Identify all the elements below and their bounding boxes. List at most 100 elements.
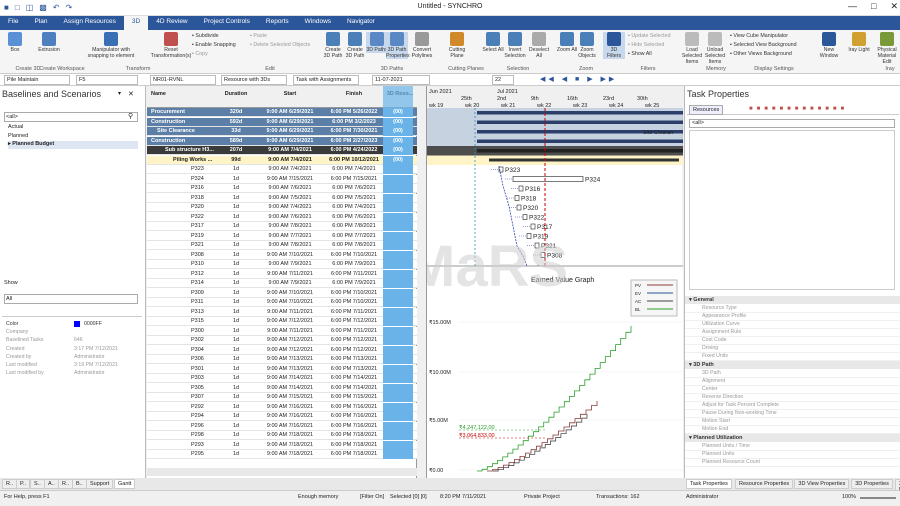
table-row[interactable]: P304 1d 9:00 AM 7/12/2021 6:00 PM 7/12/2021 — [147, 345, 417, 355]
bottom-tab-resource-properties[interactable]: Resource Properties — [735, 479, 794, 489]
ribbon-small-subdivide[interactable]: ▪ Subdivide — [192, 33, 219, 39]
table-row[interactable]: P311 1d 9:00 AM 7/10/2021 6:00 PM 7/10/2021 — [147, 298, 417, 308]
ribbon-button-zoom-all[interactable]: Zoom All — [556, 32, 578, 53]
property-row[interactable]: Planned Units / Time — [685, 443, 900, 451]
ribbon-button-create-3d-path[interactable]: Create 3D Path — [344, 32, 366, 59]
property-row[interactable]: Motion End — [685, 426, 900, 434]
ribbon-button-box[interactable]: Box — [4, 32, 26, 53]
property-row[interactable]: Resource Type — [685, 305, 900, 313]
table-row[interactable]: P320 1d 9:00 AM 7/4/2021 6:00 PM 7/4/2021 — [147, 203, 417, 213]
search-icon[interactable]: ⚲ — [128, 112, 133, 120]
table-row[interactable]: Construction 592d 9:00 AM 6/29/2021 6:00 PM… — [147, 117, 417, 127]
table-row[interactable]: Site Clearance 33d 9:00 AM 6/29/2021 6:00 P… — [147, 127, 417, 137]
bottom-tab-r-[interactable]: R.. — [2, 479, 18, 489]
ribbon-small-view-cube-manipulator[interactable]: ▪ View Cube Manipulator — [730, 33, 788, 39]
task-filter-dropdown[interactable]: Task with Assignments — [293, 75, 359, 85]
table-row[interactable]: Piling Works ... 99d 9:00 AM 7/4/2021 6:00 … — [147, 155, 417, 165]
table-row[interactable]: P294 1d 9:00 AM 7/16/2021 6:00 PM 7/16/2021 — [147, 412, 417, 422]
table-row[interactable]: Sub structure H3... 207d 9:00 AM 7/4/2021 6… — [147, 146, 417, 156]
ribbon-small-paste[interactable]: ▪ Paste — [250, 33, 267, 39]
tab-3d[interactable]: 3D — [123, 16, 149, 30]
table-row[interactable]: P302 1d 9:00 AM 7/12/2021 6:00 PM 7/12/2021 — [147, 336, 417, 346]
table-row[interactable]: P303 1d 9:00 AM 7/14/2021 6:00 PM 7/14/2021 — [147, 374, 417, 384]
table-row[interactable]: P316 1d 9:00 AM 7/6/2021 6:00 PM 7/6/2021 — [147, 184, 417, 194]
table-row[interactable]: P295 1d 9:00 AM 7/18/2021 6:00 PM 7/18/2021 — [147, 450, 417, 460]
property-section-3d-path[interactable]: ▾ 3D Path — [685, 361, 900, 369]
filter-dropdown[interactable]: Pile Maintain — [4, 75, 70, 85]
ribbon-small-delete-selected-objects[interactable]: ▪ Delete Selected Objects — [250, 42, 310, 48]
bottom-tab-3d-properties[interactable]: 3D Properties — [851, 479, 893, 489]
table-row[interactable]: P312 1d 9:00 AM 7/11/2021 6:00 PM 7/11/2021 — [147, 269, 417, 279]
table-row[interactable]: P313 1d 9:00 AM 7/11/2021 6:00 PM 7/11/2021 — [147, 307, 417, 317]
show-dropdown[interactable]: All — [4, 294, 138, 304]
table-row[interactable]: P301 1d 9:00 AM 7/13/2021 6:00 PM 7/13/2021 — [147, 364, 417, 374]
property-row[interactable]: Cost Code — [685, 337, 900, 345]
ribbon-button-load-selected-items[interactable]: Load Selected Items — [681, 32, 703, 65]
ribbon-small-update-selected[interactable]: ▪ Update Selected — [628, 33, 671, 39]
filter-input[interactable]: <all> — [4, 112, 138, 122]
ribbon-button-deselect-all[interactable]: Deselect All — [528, 32, 550, 59]
ribbon-button-cutting-plane[interactable]: Cutting Plane — [446, 32, 468, 59]
property-row[interactable]: Alignment — [685, 378, 900, 386]
tab-file[interactable]: File — [0, 16, 26, 30]
zoom-slider[interactable] — [860, 497, 896, 499]
bottom-tab-s-[interactable]: S.. — [30, 479, 45, 489]
table-row[interactable]: P319 1d 9:00 AM 7/7/2021 6:00 PM 7/7/2021 — [147, 231, 417, 241]
tab-resources[interactable]: Resources — [689, 105, 724, 115]
ribbon-button-physical-material-edit[interactable]: Physical Material Edit — [876, 32, 898, 65]
bottom-tab-task-properties[interactable]: Task Properties — [686, 479, 732, 489]
tab-plan[interactable]: Plan — [26, 16, 55, 30]
bottom-tab-3d-view-properties[interactable]: 3D View Properties — [794, 479, 850, 489]
tab-assign-resources[interactable]: Assign Resources — [56, 16, 124, 30]
table-row[interactable]: P298 1d 9:00 AM 7/18/2021 6:00 PM 7/18/2021 — [147, 431, 417, 441]
tab-reports[interactable]: Reports — [258, 16, 297, 30]
baseline-item[interactable]: Actual — [8, 124, 138, 132]
table-row[interactable]: P321 1d 9:00 AM 7/8/2021 6:00 PM 7/8/2021 — [147, 241, 417, 251]
pin-icon[interactable]: ▾ — [118, 90, 121, 97]
property-row[interactable]: Utilization Curve — [685, 321, 900, 329]
ribbon-button-invert-selection[interactable]: Invert Selection — [504, 32, 526, 59]
property-row[interactable]: Assignment Rule — [685, 329, 900, 337]
ribbon-small-hide-selected[interactable]: ▪ Hide Selected — [628, 42, 664, 48]
ribbon-small-show-all[interactable]: ▪ Show All — [628, 51, 652, 57]
table-row[interactable]: P323 1d 9:00 AM 7/4/2021 6:00 PM 7/4/2021 — [147, 165, 417, 175]
table-row[interactable]: P317 1d 9:00 AM 7/8/2021 6:00 PM 7/8/2021 — [147, 222, 417, 232]
tab-project-controls[interactable]: Project Controls — [196, 16, 258, 30]
ribbon-button-3d-path-properties[interactable]: 3D Path Properties — [386, 32, 410, 59]
table-row[interactable]: P308 1d 9:00 AM 7/10/2021 6:00 PM 7/10/2021 — [147, 250, 417, 260]
resource-filter-dropdown[interactable]: Resource with 3Ds — [221, 75, 287, 85]
properties-filter[interactable]: <all> — [689, 119, 895, 128]
ribbon-button-3d-filters[interactable]: 3D Filters — [603, 32, 625, 59]
minimize-icon[interactable]: — — [848, 1, 857, 12]
tab-4d-review[interactable]: 4D Review — [148, 16, 195, 30]
bottom-tab-support[interactable]: Support — [86, 479, 114, 489]
property-row[interactable]: Center — [685, 386, 900, 394]
table-row[interactable]: P309 1d 9:00 AM 7/10/2021 6:00 PM 7/10/2021 — [147, 288, 417, 298]
bottom-tab-p-[interactable]: P.. — [16, 479, 31, 489]
table-row[interactable]: P306 1d 9:00 AM 7/13/2021 6:00 PM 7/13/2021 — [147, 355, 417, 365]
property-tab-icons[interactable]: ■■■■■■■■■■■■■ — [749, 106, 848, 112]
ribbon-small-enable-snapping[interactable]: ▪ Enable Snapping — [192, 42, 236, 48]
ribbon-small-other-views-background[interactable]: ▪ Other Views Background — [730, 51, 792, 57]
table-row[interactable]: P318 1d 9:00 AM 7/5/2021 6:00 PM 7/5/2021 — [147, 193, 417, 203]
table-row[interactable]: P322 1d 9:00 AM 7/6/2021 6:00 PM 7/6/2021 — [147, 212, 417, 222]
column-header-1[interactable]: Duration — [221, 91, 251, 97]
ribbon-button-iray-light[interactable]: Iray Light — [848, 32, 870, 53]
baseline-item[interactable]: Planned — [8, 133, 138, 141]
layout-dropdown[interactable]: F5 — [76, 75, 138, 85]
bottom-tab-r-[interactable]: R.. — [58, 479, 74, 489]
ribbon-button-select-all[interactable]: Select All — [482, 32, 504, 53]
ribbon-small-copy[interactable]: ▪ Copy — [192, 51, 208, 57]
ribbon-button-reset-transformation-s-[interactable]: Reset Transformation(s) — [146, 32, 196, 59]
bottom-tab-gantt[interactable]: Gantt — [114, 479, 136, 489]
property-row[interactable]: Reverse Direction — [685, 394, 900, 402]
bottom-tab-a-[interactable]: A.. — [44, 479, 59, 489]
bottom-tab-b-[interactable]: B.. — [72, 479, 87, 489]
property-section-planned-utilization[interactable]: ▾ Planned Utilization — [685, 434, 900, 442]
property-row[interactable]: Planned Resource Count — [685, 459, 900, 467]
ribbon-button-3d-paths[interactable]: 3D Paths — [366, 32, 388, 53]
table-row[interactable]: Procurement 320d 9:00 AM 6/29/2021 6:00 PM … — [147, 108, 417, 118]
ribbon-small-selected-view-background[interactable]: ▪ Selected View Background — [730, 42, 797, 48]
property-row[interactable]: 3D Path — [685, 370, 900, 378]
table-row[interactable]: P293 1d 9:00 AM 7/18/2021 6:00 PM 7/18/2021 — [147, 440, 417, 450]
